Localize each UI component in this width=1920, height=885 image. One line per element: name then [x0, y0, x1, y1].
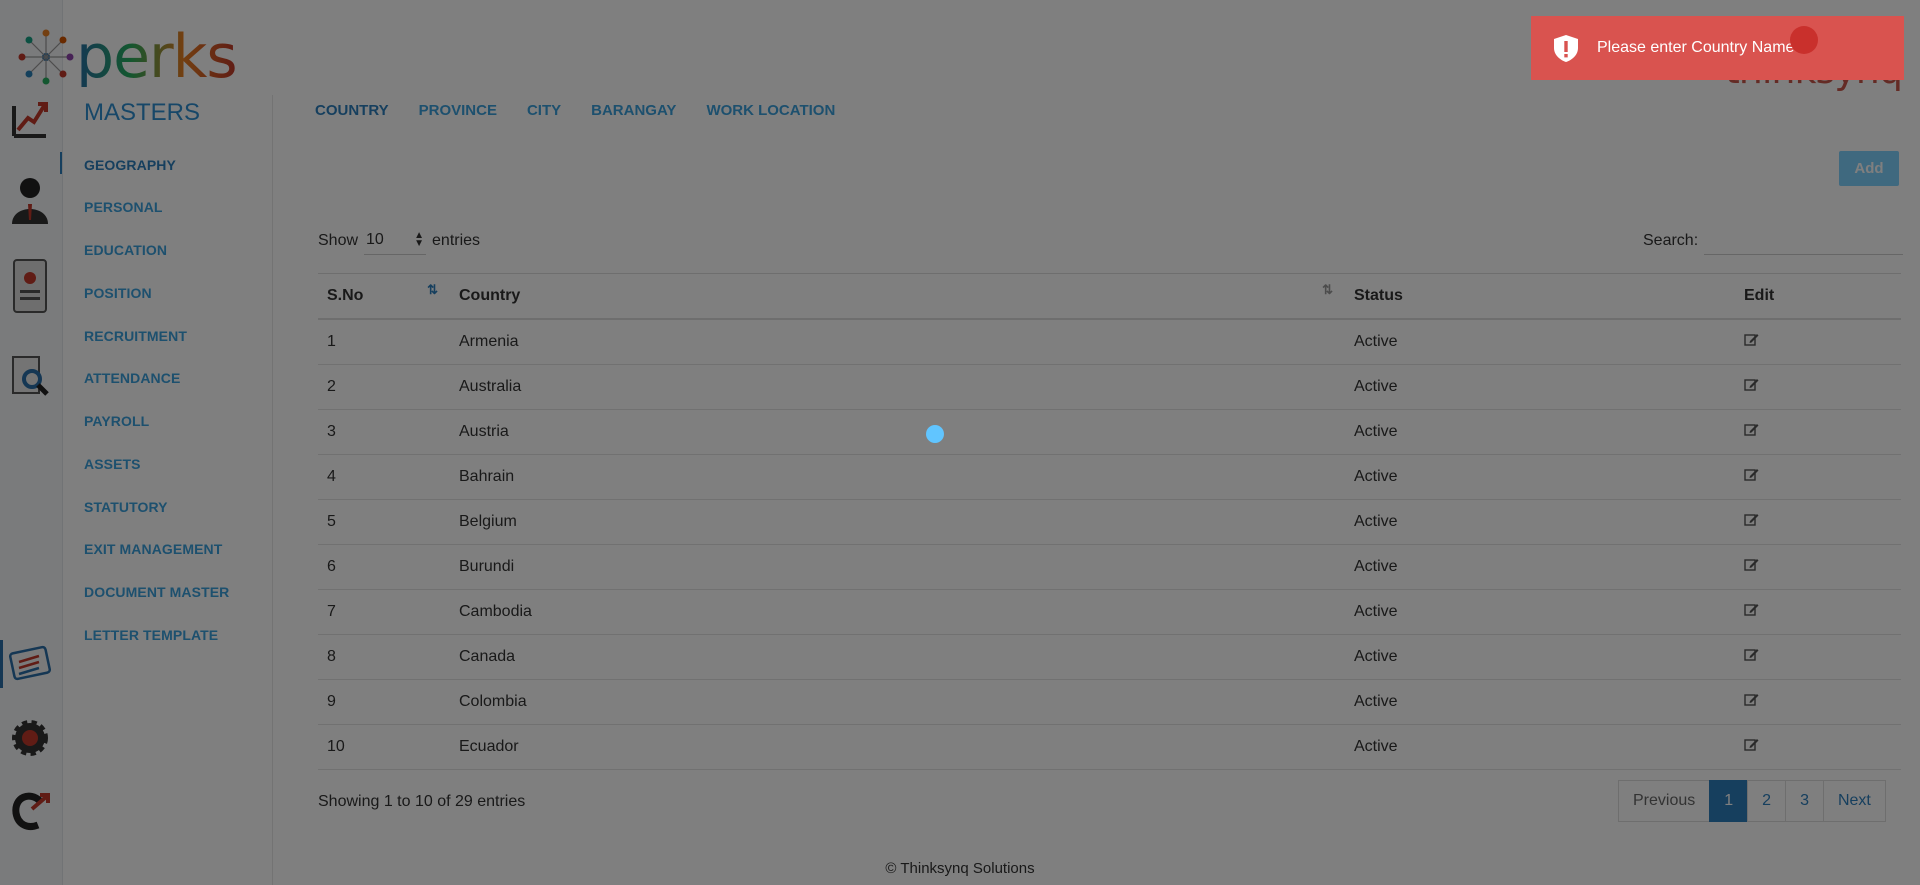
modal-backdrop[interactable]	[0, 0, 1920, 885]
toast-message: Please enter Country Name	[1597, 39, 1795, 56]
toast-close-icon[interactable]	[1790, 26, 1818, 54]
shield-alert-icon	[1554, 35, 1578, 62]
error-toast[interactable]: Please enter Country Name	[1531, 16, 1904, 80]
loading-indicator	[926, 425, 944, 443]
